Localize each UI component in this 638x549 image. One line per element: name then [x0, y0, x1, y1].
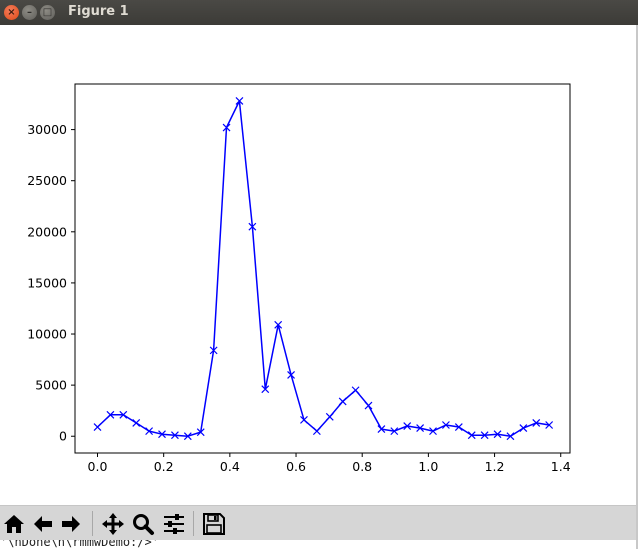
x-tick-label: 1.0: [418, 459, 438, 474]
zoom-button[interactable]: [129, 510, 156, 537]
floppy-disk-icon: [202, 512, 225, 535]
x-tick-label: 1.2: [485, 459, 505, 474]
sliders-icon: [163, 513, 184, 534]
arrow-left-icon: [33, 515, 52, 532]
x-tick-label: 1.4: [551, 459, 571, 474]
x-tick-label: 0.0: [88, 459, 108, 474]
plot-background: [75, 84, 570, 453]
y-tick-label: 25000: [27, 173, 67, 188]
arrow-right-icon: [61, 515, 80, 532]
back-button[interactable]: [29, 510, 56, 537]
magnifier-icon: [132, 513, 154, 535]
forward-button[interactable]: [57, 510, 84, 537]
x-tick-label: 0.4: [220, 459, 240, 474]
y-tick-label: 5000: [35, 378, 67, 393]
y-tick-label: 20000: [27, 224, 67, 239]
home-icon: [3, 514, 24, 533]
window-titlebar: × – □ Figure 1: [0, 0, 638, 25]
y-tick-label: 30000: [27, 122, 67, 137]
x-tick-label: 0.2: [154, 459, 174, 474]
figure-canvas[interactable]: 0.0 0.2 0.4 0.6 0.8 1.0 1.2 1.4 0 5000 10000 15000…: [0, 25, 636, 505]
save-button[interactable]: [200, 510, 227, 537]
subplots-button[interactable]: [160, 510, 187, 537]
window-close-button[interactable]: ×: [4, 5, 19, 20]
y-tick-label: 15000: [27, 275, 67, 290]
pan-button[interactable]: [99, 510, 126, 537]
navigation-toolbar: [0, 505, 636, 540]
x-axis: 0.0 0.2 0.4 0.6 0.8 1.0 1.2 1.4: [88, 453, 571, 474]
window-title: Figure 1: [68, 4, 129, 19]
x-tick-label: 0.8: [352, 459, 372, 474]
terminal-output: '\nDone\n\rmmwDemo:/>': [0, 540, 636, 549]
toolbar-separator: [193, 511, 194, 536]
window-maximize-button[interactable]: □: [40, 5, 55, 20]
home-button[interactable]: [0, 510, 27, 537]
move-icon: [101, 512, 124, 535]
y-tick-label: 0: [59, 429, 67, 444]
toolbar-separator: [92, 511, 93, 536]
line-chart: 0.0 0.2 0.4 0.6 0.8 1.0 1.2 1.4 0 5000 10000 15000…: [27, 83, 571, 474]
y-axis: 0 5000 10000 15000 20000 25000 30000: [27, 122, 75, 444]
x-tick-label: 0.6: [286, 459, 306, 474]
terminal-text: '\nDone\n\rmmwDemo:/>': [0, 540, 159, 549]
y-tick-label: 10000: [27, 327, 67, 342]
window-minimize-button[interactable]: –: [22, 5, 37, 20]
